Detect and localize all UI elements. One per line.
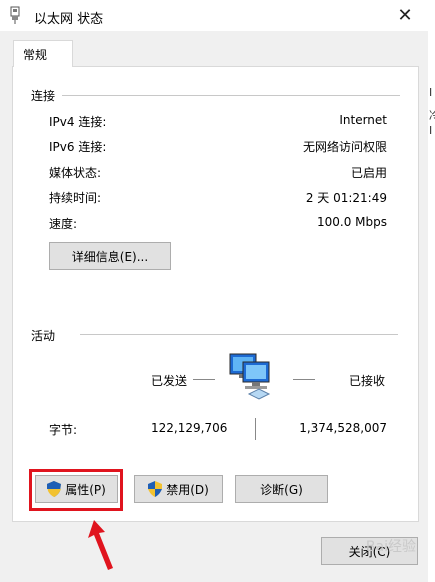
- tab-general-label: 常规: [23, 48, 48, 62]
- bytes-separator: [255, 418, 256, 440]
- annotation-arrow-icon: [88, 520, 113, 570]
- edge-glyph: I: [429, 124, 433, 137]
- title-bar: 以太网 状态 ✕: [0, 0, 428, 31]
- background-window-edge: I 冷 I: [428, 0, 435, 582]
- duration-label: 持续时间:: [49, 191, 102, 205]
- ipv6-label: IPv6 连接:: [49, 140, 107, 154]
- details-button-label: 详细信息(E)...: [71, 249, 149, 264]
- diagnose-button[interactable]: 诊断(G): [235, 475, 328, 503]
- diagnose-button-label: 诊断(G): [260, 482, 303, 497]
- speed-label: 速度:: [49, 217, 78, 231]
- media-state-value: 已启用: [350, 166, 387, 180]
- network-adapter-icon: [10, 6, 20, 24]
- annotation-highlight-box: [29, 469, 123, 511]
- close-window-button[interactable]: ✕: [382, 0, 428, 31]
- connection-divider: [62, 95, 400, 96]
- ipv4-value: Internet: [339, 113, 387, 127]
- window-title: 以太网 状态: [34, 12, 104, 27]
- duration-value: 2 天 01:21:49: [305, 191, 387, 205]
- bytes-sent-value: 122,129,706: [151, 421, 228, 435]
- edge-glyph: 冷: [429, 109, 435, 122]
- network-computers-icon: [229, 353, 271, 400]
- tab-general[interactable]: 常规: [13, 40, 73, 67]
- media-state-label: 媒体状态:: [49, 166, 102, 180]
- ipv4-label: IPv4 连接:: [49, 115, 107, 129]
- sent-label: 已发送: [151, 374, 188, 388]
- general-panel: [12, 66, 419, 522]
- edge-glyph: I: [429, 86, 433, 99]
- connection-heading: 连接: [31, 89, 56, 103]
- disable-button-label: 禁用(D): [166, 482, 209, 497]
- ethernet-status-window: 以太网 状态 ✕ 常规 连接 IPv4 连接: Internet IPv6 连接…: [0, 0, 429, 582]
- activity-divider: [80, 334, 398, 335]
- ipv6-value: 无网络访问权限: [302, 140, 387, 154]
- activity-heading: 活动: [31, 329, 56, 343]
- sent-line: [193, 379, 215, 380]
- bytes-label: 字节:: [49, 423, 78, 437]
- received-label: 已接收: [349, 374, 386, 388]
- disable-button[interactable]: 禁用(D): [134, 475, 223, 503]
- details-button[interactable]: 详细信息(E)...: [49, 242, 171, 270]
- close-icon: ✕: [397, 5, 413, 26]
- watermark: Bai经验: [365, 539, 416, 555]
- uac-shield-icon: [148, 481, 163, 497]
- bytes-received-value: 1,374,528,007: [299, 421, 387, 435]
- speed-value: 100.0 Mbps: [316, 215, 387, 229]
- received-line: [293, 379, 315, 380]
